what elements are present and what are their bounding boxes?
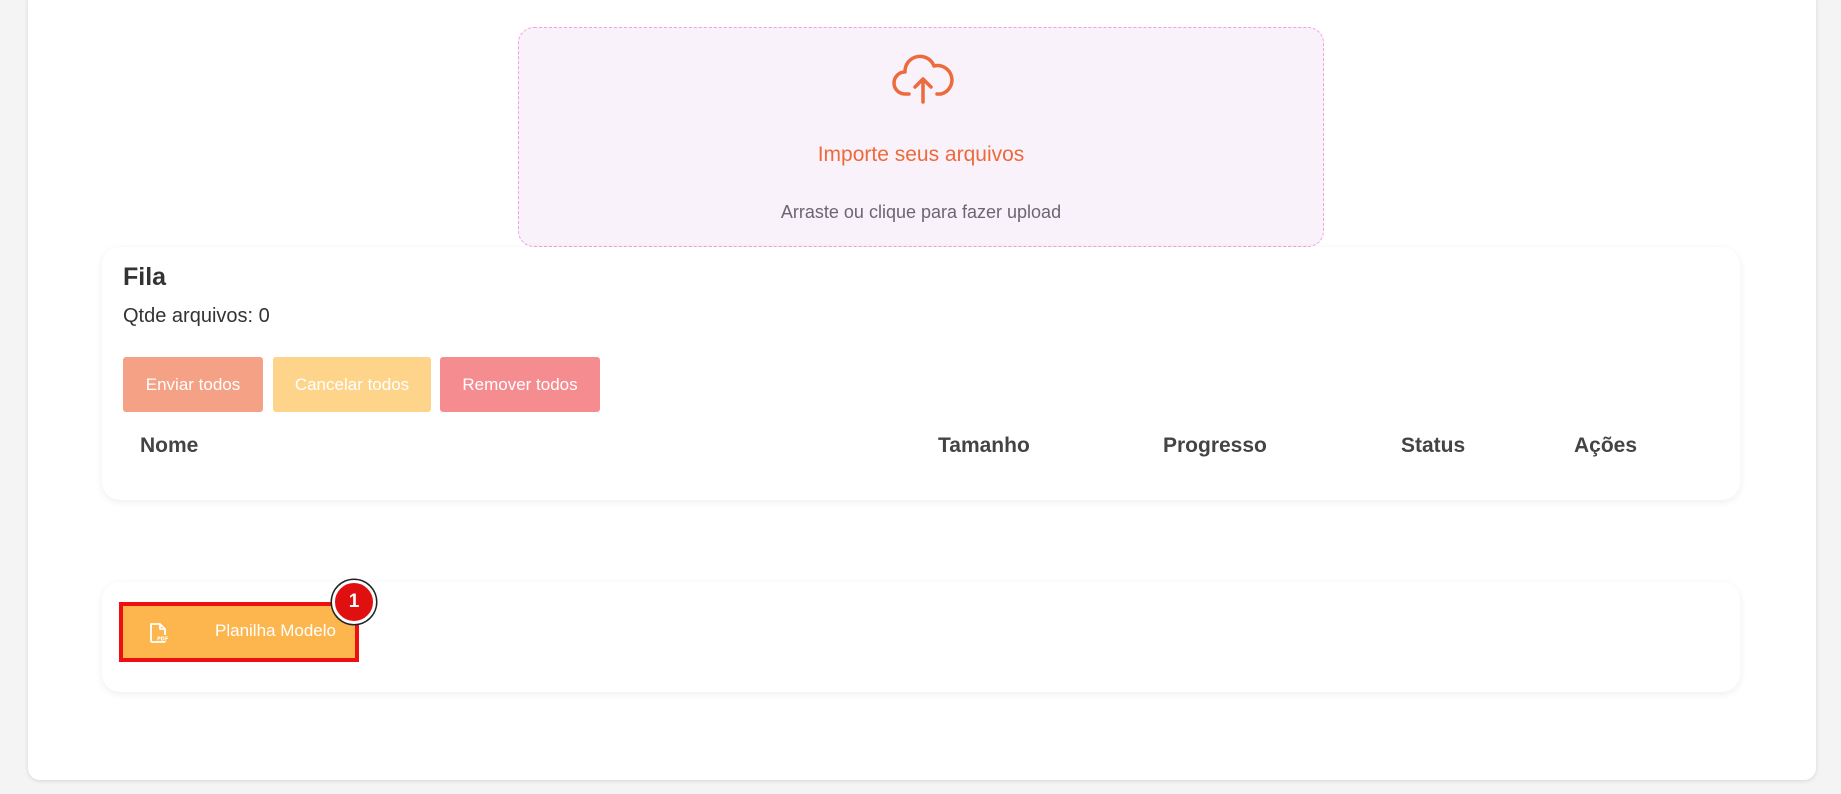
cancel-all-button[interactable]: Cancelar todos [273,357,431,412]
remove-all-button[interactable]: Remover todos [440,357,600,412]
pdf-file-icon: PDF [150,623,168,643]
dropzone-title: Importe seus arquivos [817,143,1025,166]
download-template-label: Planilha Modelo [215,621,336,640]
column-header-progress: Progresso [1163,434,1267,457]
queue-title: Fila [123,263,167,291]
download-template-button[interactable]: PDF Planilha Modelo [119,602,359,662]
file-dropzone[interactable]: Importe seus arquivos Arraste ou clique … [518,27,1324,247]
step-marker-badge: 1 [332,580,376,624]
send-all-button[interactable]: Enviar todos [123,357,263,412]
dropzone-subtitle: Arraste ou clique para fazer upload [780,202,1062,222]
column-header-name: Nome [140,434,199,457]
column-header-actions: Ações [1574,434,1638,457]
cloud-upload-icon [892,54,954,104]
column-header-status: Status [1401,434,1466,457]
column-header-size: Tamanho [938,434,1030,457]
svg-text:PDF: PDF [157,637,168,643]
queue-file-count: Qtde arquivos: 0 [123,305,270,327]
queue-card: Fila Qtde arquivos: 0 Enviar todos Cance… [102,247,1740,500]
